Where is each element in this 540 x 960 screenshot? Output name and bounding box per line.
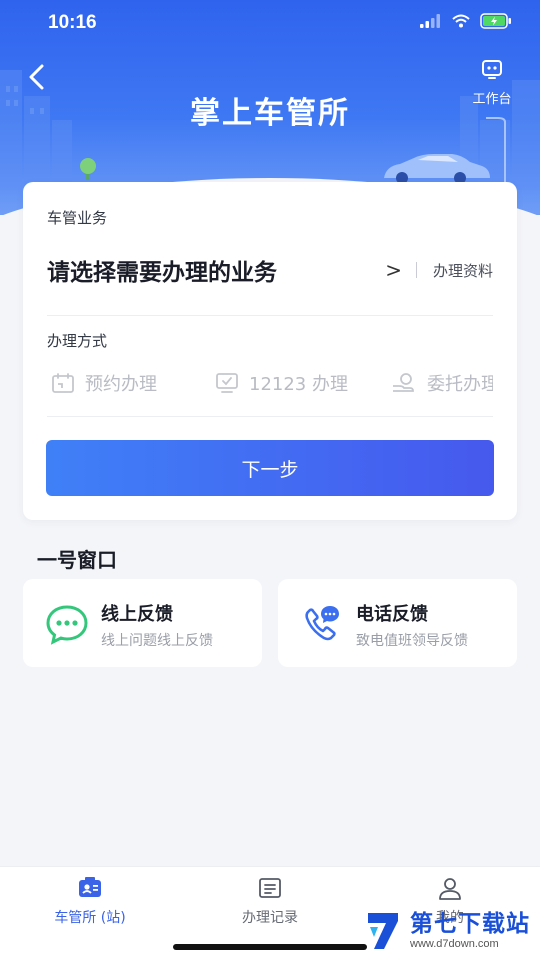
record-list-icon xyxy=(259,878,281,898)
chat-bubble-icon xyxy=(46,605,88,645)
id-card-icon xyxy=(79,877,101,897)
watermark-url: www.d7down.com xyxy=(410,937,499,950)
method-label: 委托办理 xyxy=(427,374,493,395)
phone-chat-icon xyxy=(305,606,339,641)
next-step-button[interactable]: 下一步 xyxy=(46,440,494,496)
page-title: 掌上车管所 xyxy=(190,96,350,131)
home-indicator xyxy=(173,944,367,950)
d7-logo-icon xyxy=(368,913,398,949)
feedback-subtitle: 致电值班领导反馈 xyxy=(356,633,468,649)
method-appointment[interactable]: 预约办理 xyxy=(51,366,157,400)
method-options: 预约办理 12123 办理 委托办理 xyxy=(47,366,493,400)
method-section-label: 办理方式 xyxy=(47,332,108,350)
business-selector[interactable]: 请选择需要办理的业务 > 办理资料 xyxy=(47,242,493,298)
tab-records[interactable]: 办理记录 xyxy=(210,875,330,927)
monitor-check-icon xyxy=(216,373,238,393)
feedback-title: 线上反馈 xyxy=(101,604,173,625)
calendar-icon xyxy=(52,373,74,393)
business-section-label: 车管业务 xyxy=(47,209,108,227)
window-section-title: 一号窗口 xyxy=(37,548,117,572)
method-label: 12123 办理 xyxy=(249,374,348,395)
watermark-text: 第七下载站 www.d7down.com xyxy=(410,910,530,950)
watermark: 第七下载站 www.d7down.com xyxy=(364,906,530,956)
tab-label: 车管所 (站) xyxy=(54,910,126,926)
status-icons xyxy=(420,13,512,29)
workbench-button[interactable]: 工作台 xyxy=(464,58,520,107)
workbench-label: 工作台 xyxy=(472,92,512,107)
feedback-title: 电话反馈 xyxy=(356,604,428,625)
method-12123[interactable]: 12123 办理 xyxy=(215,366,348,400)
online-feedback-card[interactable]: 线上反馈 线上问题线上反馈 xyxy=(23,579,262,667)
business-card: 车管业务 请选择需要办理的业务 > 办理资料 办理方式 预约办理 12123 办… xyxy=(23,182,517,520)
user-icon xyxy=(439,878,461,900)
signal-icon xyxy=(420,14,440,28)
method-label: 预约办理 xyxy=(85,374,157,395)
business-placeholder: 请选择需要办理的业务 xyxy=(47,260,277,286)
feedback-subtitle: 线上问题线上反馈 xyxy=(101,633,213,649)
tab-label: 办理记录 xyxy=(242,910,298,926)
status-time: 10:16 xyxy=(48,12,97,33)
method-entrust[interactable]: 委托办理 xyxy=(391,366,493,400)
phone-feedback-card[interactable]: 电话反馈 致电值班领导反馈 xyxy=(278,579,517,667)
vertical-divider xyxy=(415,262,417,278)
materials-link[interactable]: 办理资料 xyxy=(433,260,493,281)
robot-icon xyxy=(482,60,502,79)
hand-money-icon xyxy=(393,373,414,392)
chevron-left-icon xyxy=(29,64,44,90)
divider xyxy=(47,315,493,316)
status-bar: 10:16 xyxy=(0,0,540,46)
chevron-right-icon: > xyxy=(385,258,402,282)
wifi-icon xyxy=(452,14,470,28)
battery-charging-icon xyxy=(480,13,511,29)
divider xyxy=(47,416,493,417)
watermark-title: 第七下载站 xyxy=(410,910,530,937)
tab-station[interactable]: 车管所 (站) xyxy=(30,875,150,927)
